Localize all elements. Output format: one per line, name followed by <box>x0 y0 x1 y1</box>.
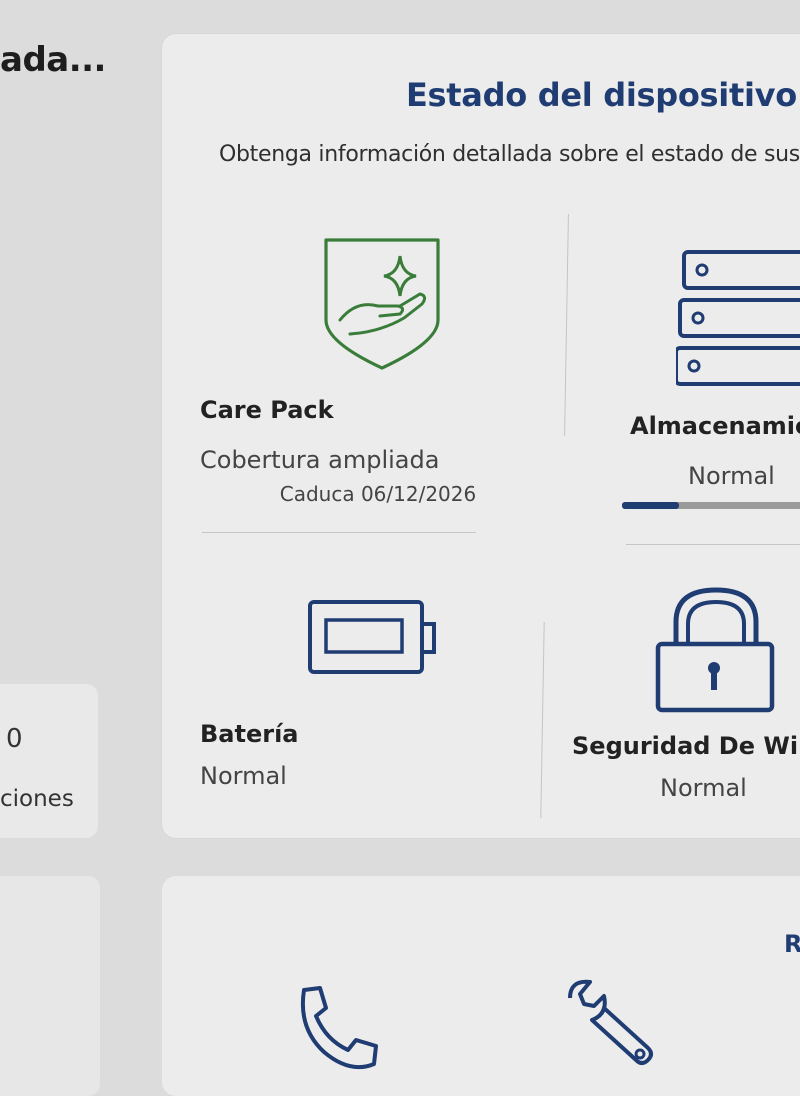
battery-title: Batería <box>200 720 299 748</box>
device-status-link[interactable]: Estado del dispositivo › <box>406 76 800 114</box>
left-summary-card[interactable]: 0 ciones <box>0 684 98 838</box>
support-panel <box>162 876 800 1096</box>
storage-title: Almacenamie <box>630 412 800 440</box>
left-header-title: ada... <box>0 40 106 80</box>
storage-usage-fill <box>622 502 679 509</box>
left-card-value: 0 <box>6 724 23 754</box>
care-pack-title: Care Pack <box>200 396 334 424</box>
support-panel-heading: R <box>784 930 800 958</box>
care-pack-expiry: Caduca 06/12/2026 <box>279 482 477 506</box>
storage-status: Normal <box>688 462 775 490</box>
storage-usage-bar <box>622 502 800 509</box>
left-bottom-card[interactable] <box>0 876 100 1096</box>
divider-horizontal-left <box>202 532 476 533</box>
storage-tile[interactable]: Almacenamie Normal <box>610 240 800 520</box>
care-pack-tile[interactable]: Care Pack Cobertura ampliada Caduca 06/1… <box>200 220 560 520</box>
phone-icon[interactable] <box>290 984 380 1074</box>
windows-security-tile[interactable]: Seguridad De Wind Normal <box>560 584 800 814</box>
padlock-icon <box>655 587 775 713</box>
storage-drives-icon <box>676 250 800 386</box>
battery-tile[interactable]: Batería Normal <box>200 590 540 810</box>
battery-status: Normal <box>200 762 287 790</box>
device-status-subtitle: Obtenga información detallada sobre el e… <box>219 142 800 167</box>
shield-hand-star-icon <box>324 238 440 370</box>
battery-icon <box>308 600 436 674</box>
windows-security-title: Seguridad De Wind <box>572 732 800 760</box>
windows-security-status: Normal <box>660 774 747 802</box>
left-card-label: ciones <box>0 786 74 812</box>
wrench-icon[interactable] <box>562 978 662 1068</box>
care-pack-coverage: Cobertura ampliada <box>200 446 440 474</box>
divider-horizontal-right <box>626 544 800 545</box>
